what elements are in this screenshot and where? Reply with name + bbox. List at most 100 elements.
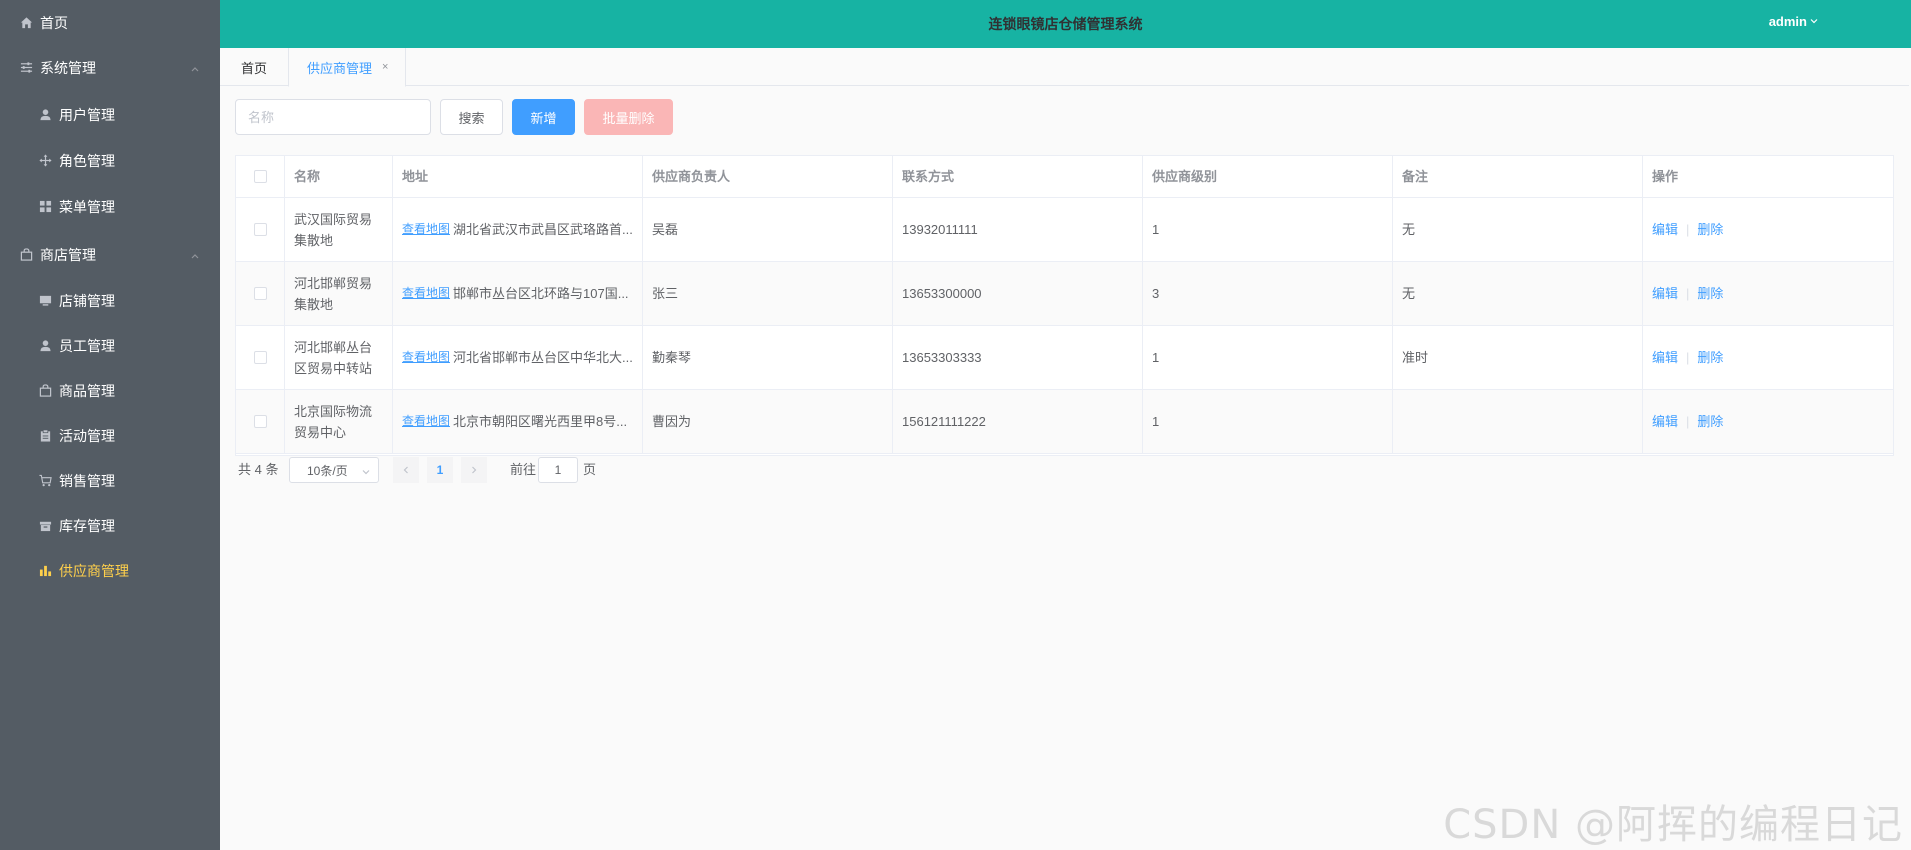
pagination-total: 共 4 条 [238,462,279,477]
menu-label-employees: 员工管理 [59,337,115,354]
app-title: 连锁眼镜店仓储管理系统 [988,16,1143,32]
actions-cell: 编辑 | 删除 [1643,390,1893,453]
add-button[interactable]: 新增 [512,99,575,135]
action-divider: | [1686,350,1690,365]
page-size-value: 10条/页 [307,463,348,478]
edit-button[interactable]: 编辑 [1652,283,1678,304]
tab-suppliers-label: 供应商管理 [307,60,373,76]
address-cell: 查看地图 河北省邯郸市丛台区中华北大... [393,326,643,389]
column-header: 备注 [1393,156,1643,197]
menu-item-goods[interactable]: 商品管理 [0,368,220,413]
row-checkbox[interactable] [253,415,267,428]
remark: 无 [1393,198,1643,261]
edit-button[interactable]: 编辑 [1652,347,1678,368]
view-map-link[interactable]: 查看地图 [402,347,450,368]
shopping-cart-icon [37,473,53,489]
menu-item-suppliers[interactable]: 供应商管理 [0,548,220,593]
menu-item-menus[interactable]: 菜单管理 [0,184,220,229]
menu-item-inventory[interactable]: 库存管理 [0,503,220,548]
table-row: 河北邯郸丛台区贸易中转站 查看地图 河北省邯郸市丛台区中华北大... 勤秦琴 1… [236,326,1893,390]
edit-button[interactable]: 编辑 [1652,411,1678,432]
delete-button[interactable]: 删除 [1697,347,1723,368]
view-map-link[interactable]: 查看地图 [402,219,450,240]
supplier-name: 河北邯郸丛台区贸易中转站 [285,326,393,389]
menu-label-goods: 商品管理 [59,382,115,399]
prev-page-button[interactable] [393,457,419,483]
user-icon [37,338,53,354]
shopping-bag-icon [18,247,34,263]
close-icon[interactable]: × [382,61,388,73]
next-page-button[interactable] [461,457,487,483]
menu-item-stores[interactable]: 店铺管理 [0,278,220,323]
menu-label-home: 首页 [40,14,68,31]
name-search-input[interactable] [235,99,431,135]
column-header: 供应商负责人 [643,156,893,197]
menu-label-system: 系统管理 [40,59,96,76]
supplier-table: 名称 地址 供应商负责人 联系方式 供应商级别 备注 操作 武汉国际贸易集散地 … [235,155,1894,456]
sidebar: 首页 系统管理 用户管理 角色管理 菜单管理 商店管理 店铺管理 员工管理 商品… [0,0,220,850]
manager: 勤秦琴 [643,326,893,389]
delete-button[interactable]: 删除 [1697,411,1723,432]
table-row: 武汉国际贸易集散地 查看地图 湖北省武汉市武昌区武珞路首... 吴磊 13932… [236,198,1893,262]
row-checkbox[interactable] [253,351,267,364]
grid-icon [37,199,53,215]
menu-item-home[interactable]: 首页 [0,0,220,45]
page-number[interactable]: 1 [427,457,453,483]
delete-button[interactable]: 删除 [1697,219,1723,240]
tab-suppliers[interactable]: 供应商管理 × [288,48,406,87]
menu-item-employees[interactable]: 员工管理 [0,323,220,368]
phone: 13653303333 [893,326,1143,389]
action-divider: | [1686,222,1690,237]
bar-chart-icon [37,563,53,579]
menu-label-menus: 菜单管理 [59,198,115,215]
delete-button[interactable]: 删除 [1697,283,1723,304]
goto-label: 前往 [510,462,537,477]
menu-item-roles[interactable]: 角色管理 [0,138,220,183]
menu-item-activities[interactable]: 活动管理 [0,413,220,458]
row-checkbox[interactable] [253,287,267,300]
menu-label-users: 用户管理 [59,106,115,123]
column-header: 联系方式 [893,156,1143,197]
row-checkbox[interactable] [253,223,267,236]
search-button[interactable]: 搜索 [440,99,503,135]
select-all-checkbox[interactable] [253,170,267,183]
actions-cell: 编辑 | 删除 [1643,198,1893,261]
menu-item-users[interactable]: 用户管理 [0,92,220,137]
address-cell: 查看地图 邯郸市丛台区北环路与107国... [393,262,643,325]
table-row: 河北邯郸贸易集散地 查看地图 邯郸市丛台区北环路与107国... 张三 1365… [236,262,1893,326]
row-checkbox-cell [236,198,285,261]
level: 1 [1143,198,1393,261]
address-text: 北京市朝阳区曙光西里甲8号... [453,414,628,429]
actions-cell: 编辑 | 删除 [1643,326,1893,389]
page-suffix: 页 [583,462,597,477]
phone: 156121111222 [893,390,1143,453]
level: 3 [1143,262,1393,325]
chevron-up-icon [190,248,200,264]
page-size-select[interactable]: 10条/页 [289,457,379,483]
view-map-link[interactable]: 查看地图 [402,283,450,304]
edit-button[interactable]: 编辑 [1652,219,1678,240]
column-header: 供应商级别 [1143,156,1393,197]
row-checkbox-cell [236,390,285,453]
level: 1 [1143,326,1393,389]
menu-group-system[interactable]: 系统管理 [0,45,220,90]
phone: 13932011111 [893,198,1143,261]
action-divider: | [1686,286,1690,301]
user-dropdown[interactable]: admin [1769,14,1819,29]
batch-delete-button[interactable]: 批量删除 [584,99,673,135]
tab-home-label: 首页 [240,60,267,76]
supplier-name: 北京国际物流贸易中心 [285,390,393,453]
tab-bar: 首页 供应商管理 × [220,48,1909,87]
clipboard-icon [37,428,53,444]
goto-page-input[interactable] [538,457,578,483]
move-icon [37,153,53,169]
actions-cell: 编辑 | 删除 [1643,262,1893,325]
menu-group-shop[interactable]: 商店管理 [0,232,220,277]
view-map-link[interactable]: 查看地图 [402,411,450,432]
menu-item-sales[interactable]: 销售管理 [0,458,220,503]
address-text: 邯郸市丛台区北环路与107国... [453,286,629,301]
menu-label-sales: 销售管理 [59,472,115,489]
tab-home[interactable]: 首页 [220,48,288,86]
remark: 准时 [1393,326,1643,389]
phone: 13653300000 [893,262,1143,325]
